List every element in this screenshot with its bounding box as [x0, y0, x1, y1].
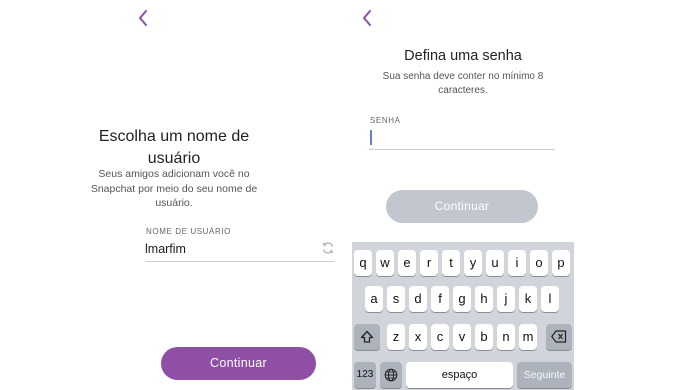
key-g[interactable]: g — [453, 286, 471, 312]
password-field-label: SENHA — [370, 116, 401, 125]
key-a[interactable]: a — [365, 286, 383, 312]
key-v[interactable]: v — [453, 324, 471, 350]
key-f[interactable]: f — [431, 286, 449, 312]
subtitle-line: caracteres. — [438, 85, 488, 96]
subtitle-line: Snapchat por meio do seu nome de — [90, 182, 258, 195]
key-o[interactable]: o — [530, 250, 548, 276]
key-m[interactable]: m — [519, 324, 537, 350]
space-key[interactable]: espaço — [406, 362, 513, 388]
password-screen: Defina uma senha Sua senha deve conter n… — [348, 0, 695, 390]
key-q[interactable]: q — [354, 250, 372, 276]
subtitle-line: Seus amigos adicionam você no — [98, 168, 250, 180]
key-z[interactable]: z — [387, 324, 405, 350]
key-e[interactable]: e — [398, 250, 416, 276]
key-y[interactable]: y — [464, 250, 482, 276]
shift-icon — [354, 330, 380, 344]
globe-key[interactable] — [380, 362, 402, 388]
key-i[interactable]: i — [508, 250, 526, 276]
subtitle: Sua senha deve conter no mínimo 8 caract… — [348, 70, 578, 98]
key-b[interactable]: b — [475, 324, 493, 350]
key-d[interactable]: d — [409, 286, 427, 312]
globe-icon — [380, 368, 402, 382]
username-field-label: NOME DE USUÁRIO — [146, 227, 232, 236]
subtitle-line: Sua senha deve conter no mínimo 8 — [382, 71, 544, 82]
page-title: Defina uma senha — [404, 48, 522, 64]
key-s[interactable]: s — [387, 286, 405, 312]
back-chevron-icon — [358, 8, 378, 28]
title-line: Escolha um nome de — [98, 128, 250, 145]
back-chevron-icon — [134, 8, 154, 28]
key-w[interactable]: w — [376, 250, 394, 276]
key-h[interactable]: h — [475, 286, 493, 312]
subtitle-line: usuário. — [155, 197, 193, 209]
continue-button-disabled[interactable]: Continuar — [386, 190, 538, 223]
key-p[interactable]: p — [552, 250, 570, 276]
backspace-icon — [546, 330, 572, 343]
username-screen: Escolha um nome de usuário Seus amigos a… — [0, 0, 348, 390]
username-input[interactable]: lmarfim — [145, 240, 335, 262]
numbers-key[interactable]: 123 — [354, 362, 376, 388]
key-x[interactable]: x — [409, 324, 427, 350]
back-button[interactable] — [134, 8, 154, 28]
key-n[interactable]: n — [497, 324, 515, 350]
key-k[interactable]: k — [519, 286, 537, 312]
key-r[interactable]: r — [420, 250, 438, 276]
key-l[interactable]: l — [541, 286, 559, 312]
key-u[interactable]: u — [486, 250, 504, 276]
refresh-icon[interactable] — [321, 241, 335, 255]
next-key[interactable]: Seguinte — [517, 362, 572, 388]
shift-key[interactable] — [354, 324, 380, 350]
onscreen-keyboard: q w e r t y u i o p a s d f g h j k l z … — [352, 242, 574, 390]
backspace-key[interactable] — [546, 324, 572, 350]
page-title: Escolha um nome de usuário — [0, 126, 348, 170]
text-caret — [370, 130, 372, 145]
continue-button[interactable]: Continuar — [161, 347, 316, 380]
password-input[interactable] — [369, 128, 555, 150]
subtitle: Seus amigos adicionam você no Snapchat p… — [0, 167, 348, 211]
back-button[interactable] — [358, 8, 378, 28]
key-c[interactable]: c — [431, 324, 449, 350]
key-t[interactable]: t — [442, 250, 460, 276]
key-j[interactable]: j — [497, 286, 515, 312]
username-value: lmarfim — [145, 242, 186, 256]
